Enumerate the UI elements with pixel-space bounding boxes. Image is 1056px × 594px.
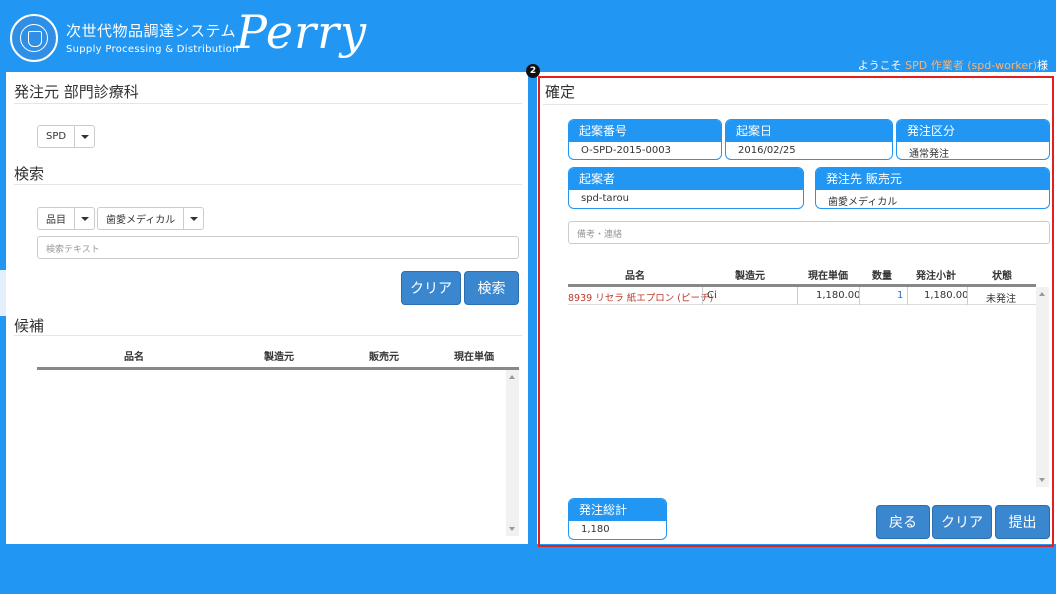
system-title: 次世代物品調達システム: [66, 22, 237, 40]
section-divider: [14, 184, 522, 185]
brand-logo: Perry: [236, 5, 368, 59]
proposal-date-value: 2016/02/25: [738, 145, 796, 156]
order-col-price[interactable]: 現在単価: [808, 267, 848, 282]
proposer-label: 起案者: [569, 168, 803, 190]
order-col-name[interactable]: 品名: [625, 267, 645, 282]
column-header-name[interactable]: 品名: [124, 348, 144, 363]
scroll-up-icon[interactable]: [1039, 292, 1045, 296]
search-section-title: 検索: [14, 165, 45, 183]
scroll-down-icon[interactable]: [509, 527, 515, 531]
chevron-down-icon: [184, 208, 203, 229]
scroll-up-icon[interactable]: [509, 375, 515, 379]
memo-input[interactable]: 備考・連絡: [568, 221, 1050, 244]
chevron-down-icon: [75, 208, 94, 229]
scroll-down-icon[interactable]: [1039, 478, 1045, 482]
user-name[interactable]: SPD 作業者 (spd-worker): [905, 59, 1037, 72]
order-col-maker[interactable]: 製造元: [735, 267, 765, 282]
order-scrollbar[interactable]: [1036, 287, 1049, 487]
search-button[interactable]: 検索: [464, 271, 519, 305]
order-type-card: 発注区分 通常発注: [896, 119, 1050, 160]
clear-button[interactable]: クリア: [401, 271, 461, 305]
candidates-list: [37, 370, 519, 536]
order-total-value: 1,180: [581, 524, 610, 535]
table-row[interactable]: 8939 リセラ 紙エプロン (ピーチ) Ci 1,180.00 1 1,180…: [568, 287, 1036, 305]
section-divider: [14, 335, 522, 336]
section-divider: [14, 103, 522, 104]
proposal-number-value: O-SPD-2015-0003: [581, 145, 671, 156]
order-item-status: 未発注: [986, 294, 1016, 305]
proposal-date-card: 起案日 2016/02/25: [725, 119, 893, 160]
order-type-label: 発注区分: [897, 120, 1049, 142]
supplier-value: 歯愛メディカル: [828, 197, 898, 208]
column-header-price[interactable]: 現在単価: [454, 348, 494, 363]
university-seal-logo: [10, 14, 58, 62]
order-item-price: 1,180.00: [816, 290, 861, 301]
proposer-value: spd-tarou: [581, 193, 629, 204]
orderer-section-title: 発注元 部門診療科: [14, 83, 139, 101]
order-total-label: 発注総計: [569, 499, 666, 521]
candidates-section-title: 候補: [14, 317, 45, 335]
order-type-value: 通常発注: [909, 149, 949, 160]
order-item-qty[interactable]: 1: [897, 290, 903, 301]
orderer-select[interactable]: SPD: [37, 125, 96, 148]
section-divider: [543, 104, 1048, 105]
order-col-status[interactable]: 状態: [992, 267, 1012, 282]
column-header-vendor[interactable]: 販売元: [369, 348, 399, 363]
back-button[interactable]: 戻る: [876, 505, 930, 539]
candidates-scrollbar[interactable]: [506, 370, 519, 536]
order-item-name[interactable]: 8939 リセラ 紙エプロン (ピーチ): [568, 290, 713, 304]
search-panel: 発注元 部門診療科 SPD 検索 品目 歯愛メディカル 検索テキスト クリア 検…: [6, 72, 528, 544]
welcome-message: ようこそ SPD 作業者 (spd-worker)様: [857, 59, 1048, 72]
proposal-number-card: 起案番号 O-SPD-2015-0003: [568, 119, 722, 160]
column-header-maker[interactable]: 製造元: [264, 348, 294, 363]
order-item-maker: Ci: [707, 290, 717, 301]
system-subtitle: Supply Processing & Distribution: [66, 44, 239, 55]
step-marker: 2: [526, 64, 540, 78]
app-header: 次世代物品調達システム Supply Processing & Distribu…: [0, 0, 1056, 72]
order-item-subtotal: 1,180.00: [924, 290, 969, 301]
search-input[interactable]: 検索テキスト: [37, 236, 519, 259]
proposal-number-label: 起案番号: [569, 120, 721, 142]
proposer-card: 起案者 spd-tarou: [568, 167, 804, 209]
order-total-card: 発注総計 1,180: [568, 498, 667, 540]
proposal-date-label: 起案日: [726, 120, 892, 142]
confirm-section-title: 確定: [545, 83, 576, 101]
order-col-qty[interactable]: 数量: [872, 267, 892, 282]
supplier-label: 発注先 販売元: [816, 168, 1049, 190]
chevron-down-icon: [75, 126, 94, 147]
confirm-clear-button[interactable]: クリア: [932, 505, 992, 539]
search-field-select[interactable]: 品目: [37, 207, 95, 230]
order-col-subtotal[interactable]: 発注小計: [916, 267, 956, 282]
supplier-card: 発注先 販売元 歯愛メディカル: [815, 167, 1050, 209]
vendor-select[interactable]: 歯愛メディカル: [97, 207, 205, 230]
submit-button[interactable]: 提出: [995, 505, 1050, 539]
